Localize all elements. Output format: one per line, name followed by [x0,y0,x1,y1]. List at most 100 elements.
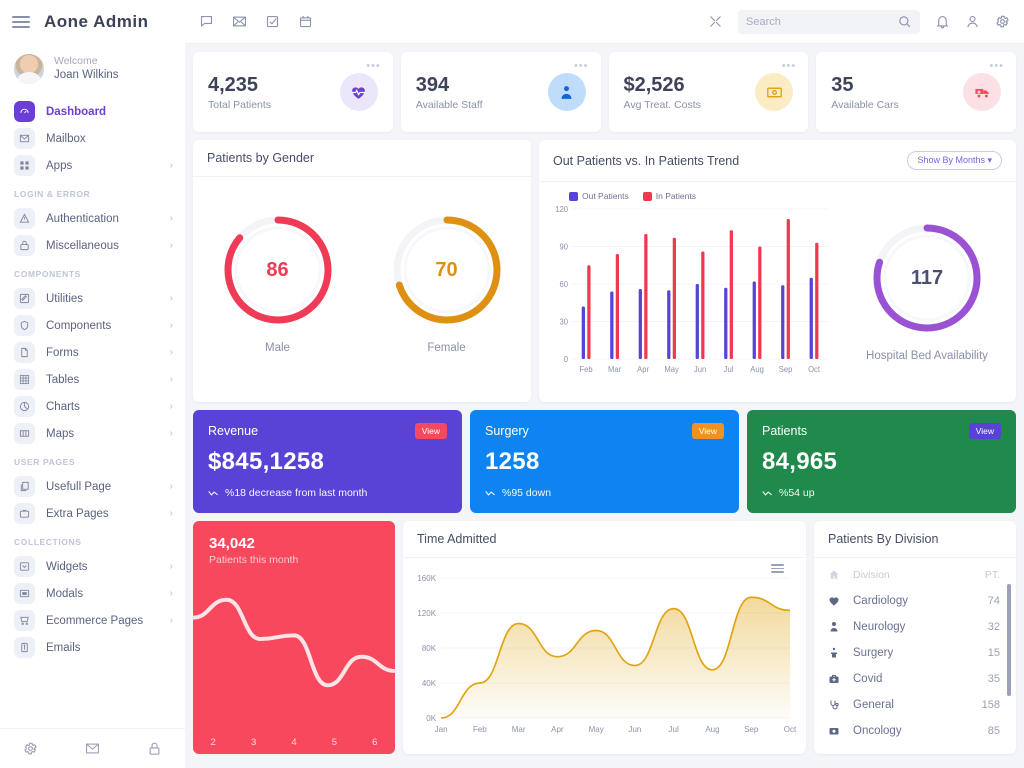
bell-icon[interactable] [935,14,950,29]
sidebar-item-modals[interactable]: Modals› [0,580,185,607]
scrollbar-thumb[interactable] [1007,584,1011,696]
sidebar-item-authentication[interactable]: Authentication› [0,205,185,232]
svg-text:Mar: Mar [512,725,526,734]
expand-arrows-icon[interactable] [708,14,723,29]
user-icon[interactable] [965,14,980,29]
envelope-open-icon [14,637,35,658]
stat-card[interactable]: •••4,235Total Patients [193,52,393,132]
sidebar-item-maps[interactable]: Maps› [0,420,185,447]
kpi-title: Surgery [485,424,529,438]
medkit-icon [828,673,841,685]
svg-text:30: 30 [560,317,569,326]
patients-this-month-card: 34,042 Patients this month 23456 [193,521,395,754]
more-options-icon[interactable]: ••• [366,60,381,72]
sidebar-item-label: Miscellaneous [46,240,159,252]
search-box[interactable] [738,10,920,34]
sidebar-item-label: Extra Pages [46,508,159,520]
shield-icon [14,315,35,336]
view-button[interactable]: View [692,423,724,439]
chat-bubble-icon[interactable] [199,14,214,29]
gear-icon[interactable] [23,741,38,756]
view-button[interactable]: View [969,423,1001,439]
bed-donut: 117 [871,222,983,334]
table-row[interactable]: Cardiology74 [814,588,1016,614]
shopping-cart-icon [14,610,35,631]
hamburger-menu-icon[interactable] [811,190,824,203]
trend-arrow-icon [762,489,773,498]
mail-icon[interactable] [85,741,100,756]
stat-label: Avg Treat. Costs [624,99,701,111]
envelope-icon[interactable] [232,14,247,29]
home-icon [828,569,841,581]
search-icon[interactable] [897,14,912,29]
mail-icon [14,128,35,149]
checklist-icon[interactable] [265,14,280,29]
table-row[interactable]: Oncology 85 [814,718,1016,744]
app-root: Aone Admin Welcome Joan Wilkins Dashboar… [0,0,1024,768]
trend-arrow-icon [485,489,496,498]
kpi-title: Revenue [208,424,258,438]
sidebar-item-usefull-page[interactable]: Usefull Page› [0,473,185,500]
edit-square-icon [14,288,35,309]
sidebar-item-charts[interactable]: Charts› [0,393,185,420]
view-button[interactable]: View [415,423,447,439]
stat-card[interactable]: •••394Available Staff [401,52,601,132]
chevron-right-icon: › [170,429,173,439]
sidebar-item-dashboard[interactable]: Dashboard [0,98,185,125]
oncology-icon [828,725,841,737]
division-name: Oncology [853,725,976,737]
avatar [14,54,44,84]
hamburger-menu-icon[interactable] [771,564,784,573]
sidebar-item-forms[interactable]: Forms› [0,339,185,366]
show-by-months-dropdown[interactable]: Show By Months ▾ [907,151,1002,170]
sidebar-item-extra-pages[interactable]: Extra Pages› [0,500,185,527]
bed-label: Hospital Bed Availability [866,350,988,362]
heart-icon [828,595,841,607]
search-input[interactable] [746,16,891,28]
sidebar-item-mailbox[interactable]: Mailbox [0,125,185,152]
more-options-icon[interactable]: ••• [574,60,589,72]
time-admitted-card: Time Admitted 0K40K80K120K160KJanFebMarA… [403,521,806,754]
axis-tick: 3 [233,737,273,748]
table-row[interactable]: Neurology32 [814,614,1016,640]
table-row[interactable]: General158 [814,692,1016,718]
sidebar-item-components[interactable]: Components› [0,312,185,339]
gear-icon[interactable] [995,14,1010,29]
welcome-label: Welcome [54,55,119,68]
sidebar-section-header: USER PAGES [0,447,185,473]
sidebar-item-ecommerce-pages[interactable]: Ecommerce Pages› [0,607,185,634]
apps-grid-icon [14,155,35,176]
donut-value: 86 [222,214,334,326]
svg-text:Jun: Jun [694,365,706,374]
calendar-icon[interactable] [298,14,313,29]
sidebar-item-emails[interactable]: Emails [0,634,185,661]
table-row[interactable]: Surgery15 [814,640,1016,666]
hamburger-icon[interactable] [12,16,30,28]
chevron-right-icon: › [170,616,173,626]
card-title: Patients By Division [814,521,1016,558]
scrollbar[interactable] [1007,584,1011,750]
area-chart: 0K40K80K120K160KJanFebMarAprMayJunJulAug… [403,558,806,754]
more-options-icon[interactable]: ••• [989,60,1004,72]
sidebar-item-apps[interactable]: Apps› [0,152,185,179]
svg-text:May: May [589,725,604,734]
table-row[interactable]: Covid35 [814,666,1016,692]
lock-icon[interactable] [147,741,162,756]
card-title: Out Patients vs. In Patients Trend [553,154,739,168]
sidebar-item-tables[interactable]: Tables› [0,366,185,393]
chevron-right-icon: › [170,161,173,171]
more-options-icon[interactable]: ••• [782,60,797,72]
stat-card[interactable]: •••$2,526Avg Treat. Costs [609,52,809,132]
sidebar-item-label: Dashboard [46,106,173,118]
svg-text:40K: 40K [422,679,437,688]
svg-text:Oct: Oct [784,725,797,734]
widget-box-icon [14,556,35,577]
sidebar-item-widgets[interactable]: Widgets› [0,553,185,580]
sidebar-item-utilities[interactable]: Utilities› [0,285,185,312]
kpi-value: $845,1258 [208,448,447,476]
stat-card[interactable]: •••35Available Cars [816,52,1016,132]
user-name: Joan Wilkins [54,68,119,82]
sidebar-item-miscellaneous[interactable]: Miscellaneous› [0,232,185,259]
division-value: 85 [988,725,1000,737]
user-welcome[interactable]: Welcome Joan Wilkins [0,44,185,96]
